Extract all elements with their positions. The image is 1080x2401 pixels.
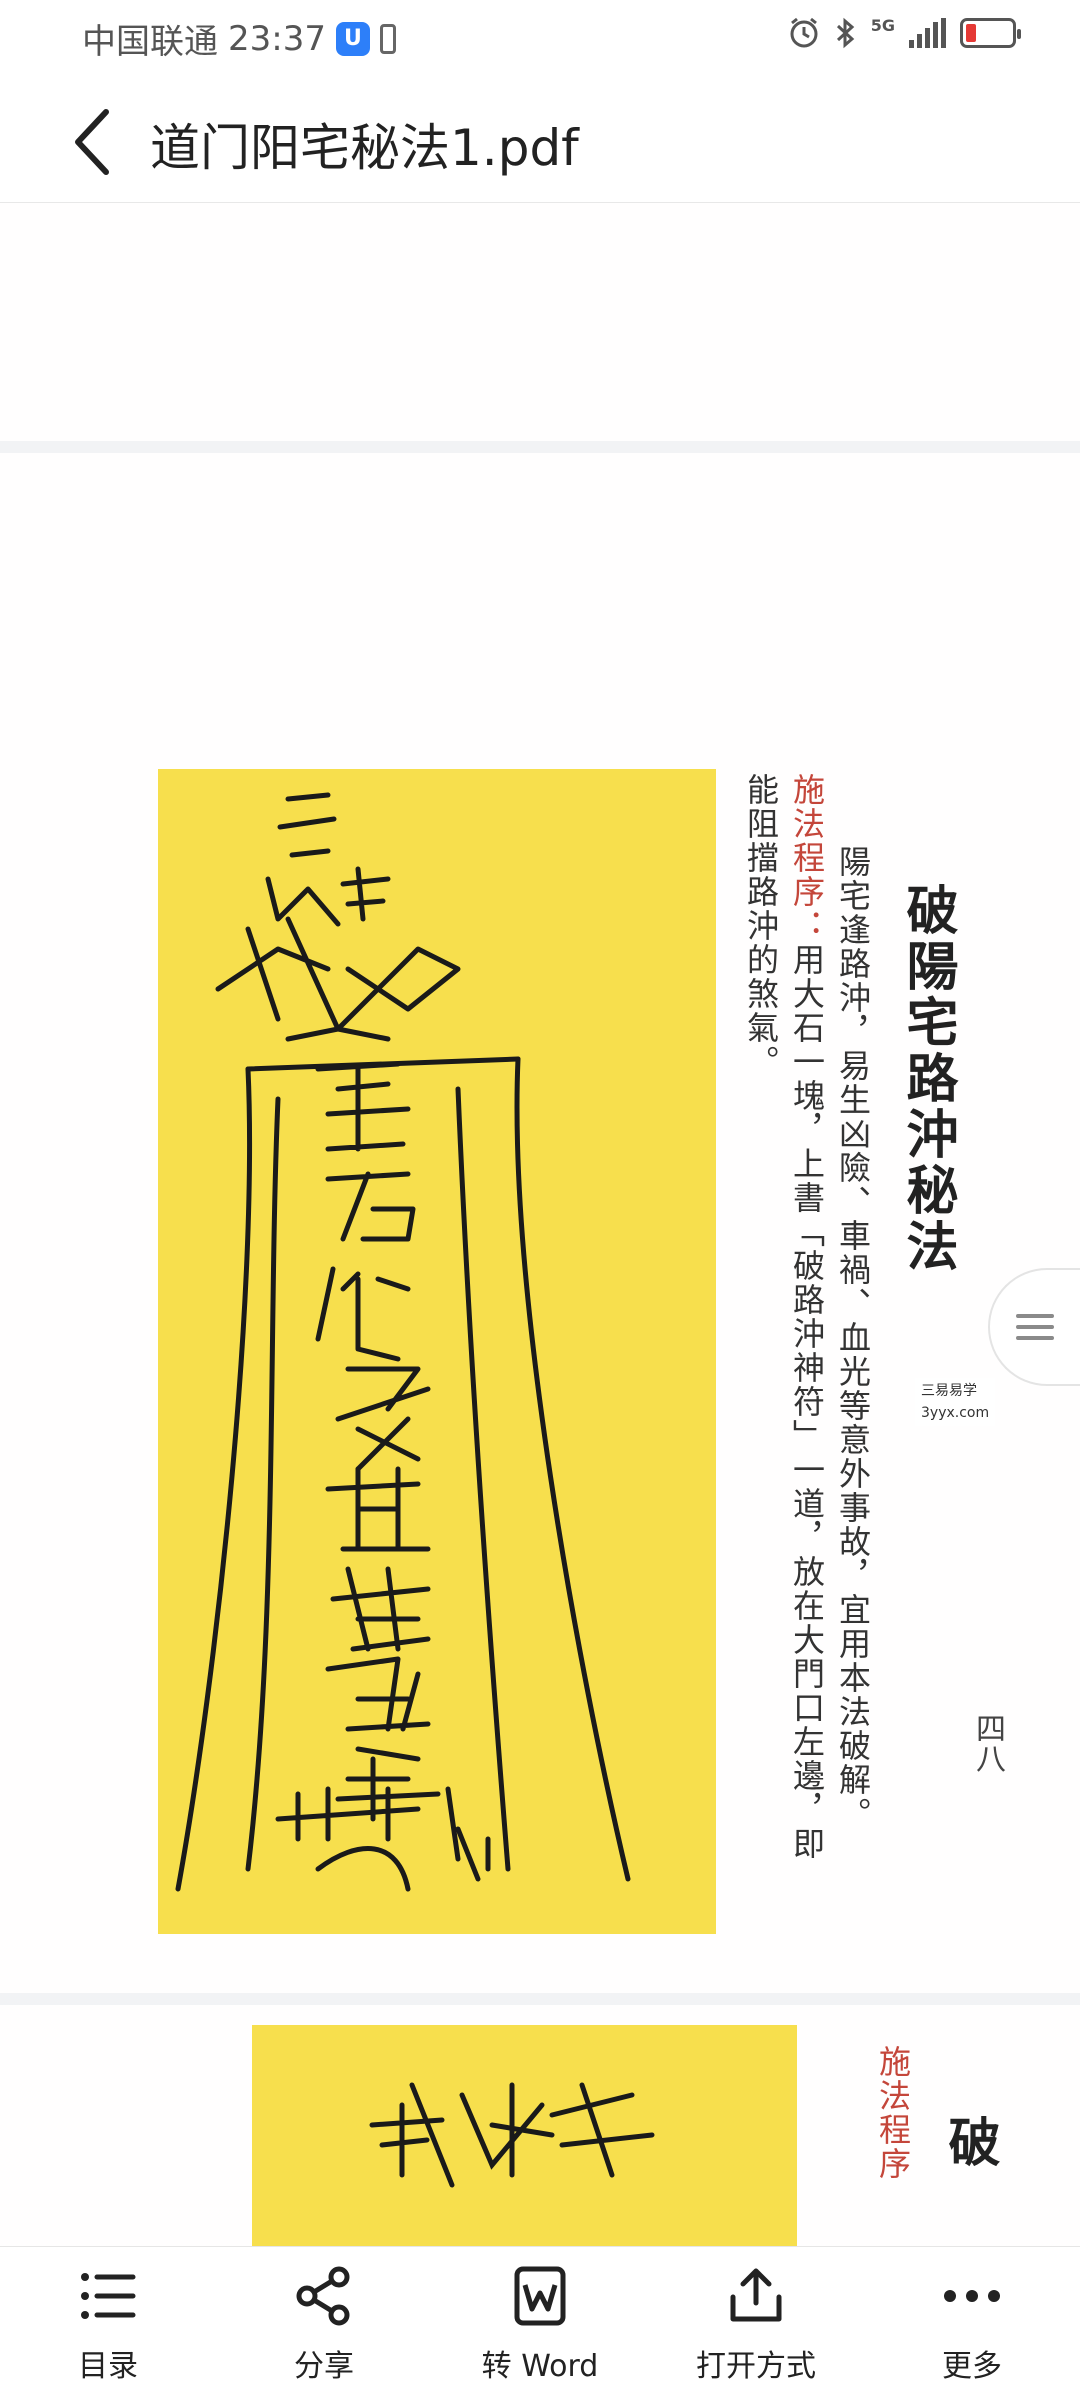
document-title: 道门阳宅秘法1.pdf xyxy=(150,119,579,177)
toc-label: 目录 xyxy=(78,2349,138,2384)
toc-button[interactable]: 目录 xyxy=(0,2247,216,2401)
heading-fragment-next: 破 xyxy=(939,2115,1000,2171)
open-with-icon xyxy=(730,2268,782,2322)
talisman-image-next xyxy=(252,2025,797,2246)
network-type-label: 5G xyxy=(870,16,895,35)
pdf-viewer[interactable]: 破陽宅路沖秘法 陽宅逢路沖，易生凶險、車禍、血光等意外事故，宜用本法破解。 施法… xyxy=(0,203,1080,2246)
procedure-label-next: 施法程序 xyxy=(870,2045,916,2181)
status-left: 中国联通 23:37 U xyxy=(82,14,396,63)
intro-paragraph: 陽宅逢路沖，易生凶險、車禍、血光等意外事故，宜用本法破解。 xyxy=(834,845,872,1831)
talisman-drawing-next xyxy=(369,2082,655,2188)
convert-word-button[interactable]: 转 Word xyxy=(432,2247,648,2401)
status-right: 5G xyxy=(787,16,1021,50)
convert-word-label: 转 Word xyxy=(481,2349,599,2384)
more-button[interactable]: 更多 xyxy=(864,2247,1080,2401)
open-with-label: 打开方式 xyxy=(696,2349,816,2384)
pdf-page-previous xyxy=(0,203,1080,441)
watermark-url: 3yyx.com xyxy=(921,1405,990,1421)
procedure-paragraph: 施法程序：用大石一塊，上書「破路沖神符」一道，放在大門口左邊，即能阻擋路沖的煞氣… xyxy=(738,773,830,1883)
more-label: 更多 xyxy=(942,2349,1002,2384)
share-label: 分享 xyxy=(294,2349,354,2384)
menu-lines-icon xyxy=(1016,1307,1054,1347)
word-icon xyxy=(514,2266,566,2326)
procedure-label: 施法程序： xyxy=(788,773,826,943)
share-icon xyxy=(296,2266,350,2326)
pdf-page-next: 施法程序 破 xyxy=(0,2005,1080,2246)
bottom-toolbar: 目录 分享 转 Word 打开方式 更多 xyxy=(0,2246,1080,2401)
bluetooth-icon xyxy=(836,17,854,49)
alarm-icon xyxy=(790,17,818,48)
talisman-image xyxy=(158,769,716,1934)
list-icon xyxy=(81,2273,136,2319)
watermark-name: 三易易学 xyxy=(921,1383,977,1399)
phone-icon xyxy=(379,23,396,54)
open-with-button[interactable]: 打开方式 xyxy=(648,2247,864,2401)
watermark: 三易易学 3yyx.com xyxy=(915,1378,996,1426)
app-header: 道门阳宅秘法1.pdf xyxy=(0,72,1080,203)
status-bar: 中国联通 23:37 U 5G xyxy=(0,0,1080,72)
signal-strength-icon xyxy=(909,18,946,48)
pdf-page-current: 破陽宅路沖秘法 陽宅逢路沖，易生凶險、車禍、血光等意外事故，宜用本法破解。 施法… xyxy=(0,453,1080,1993)
share-button[interactable]: 分享 xyxy=(216,2247,432,2401)
section-heading: 破陽宅路沖秘法 xyxy=(897,883,958,1275)
chevron-left-icon[interactable] xyxy=(64,102,124,182)
carrier-label: 中国联通 xyxy=(82,22,218,62)
talisman-drawing xyxy=(175,792,631,1892)
procedure-label-next-text: 施法程序 xyxy=(874,2045,912,2181)
notification-app-icon: U xyxy=(335,21,370,56)
more-icon xyxy=(944,2290,1000,2302)
page-number: 四八 xyxy=(970,1713,1005,1773)
clock: 23:37 xyxy=(228,18,326,59)
battery-icon xyxy=(960,18,1021,48)
